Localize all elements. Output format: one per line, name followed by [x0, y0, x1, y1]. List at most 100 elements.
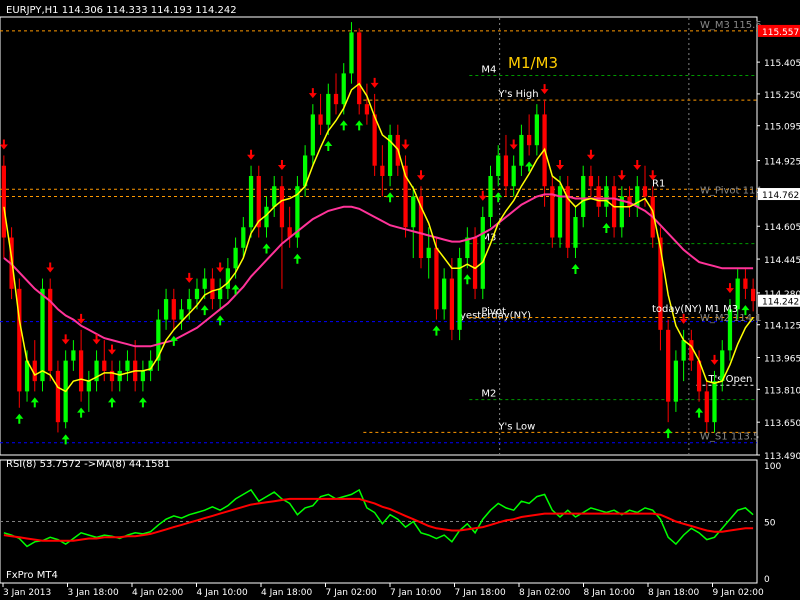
candle-body [326, 93, 331, 125]
chart-canvas: W_M3 115.5M4Y's HighR1W_Pivot 114M3yeste… [0, 0, 800, 600]
candle-body [117, 370, 122, 382]
time-tick-label: 4 Jan 02:00 [132, 588, 184, 598]
candle-body [272, 186, 277, 207]
candle-body [442, 278, 447, 310]
candle-body [333, 93, 339, 105]
candle-body [194, 288, 200, 300]
price-tick-label: 114.125 [764, 322, 800, 332]
candle-body [163, 299, 169, 320]
w-m2-label: W_M2 114.1 [700, 313, 762, 324]
candle-body [673, 360, 679, 402]
candle-body [588, 175, 594, 187]
time-tick-label: 7 Jan 18:00 [455, 588, 507, 598]
candle-body [596, 186, 601, 207]
price-tick-label: 115.095 [764, 123, 800, 133]
level-label: Y's Low [497, 421, 535, 432]
candle-body [102, 360, 107, 371]
candle-body [225, 268, 230, 289]
candle-body [666, 329, 671, 402]
candle-body [511, 165, 516, 187]
candle-body [503, 155, 509, 187]
candle-body [480, 217, 485, 289]
price-tick-label: 114.445 [764, 256, 800, 266]
time-tick-label: 3 Jan 18:00 [68, 588, 120, 598]
level-label: R1 [652, 178, 665, 189]
candle-body [681, 340, 686, 361]
candle-body [527, 134, 532, 146]
candle-body [380, 165, 385, 176]
candle-body [55, 370, 61, 423]
candle-body [310, 114, 315, 156]
price-tick-label: 115.405 [764, 59, 800, 69]
candle-body [743, 278, 748, 289]
candle-body [704, 391, 709, 423]
candle-body [187, 299, 192, 310]
candle-body [642, 186, 648, 197]
candle-body [372, 114, 377, 166]
candle-body [218, 288, 223, 300]
level-label: W_S1 113.5 [700, 432, 759, 443]
level-label: Pivot [481, 307, 506, 318]
candle-body [202, 278, 207, 289]
price-tick-label: 113.650 [764, 419, 800, 429]
level-label: M2 [481, 389, 496, 400]
price-tick-label: 114.605 [764, 223, 800, 233]
time-tick-label: 7 Jan 10:00 [390, 588, 442, 598]
price-tick-label: 113.490 [764, 452, 800, 462]
time-tick-label: 8 Jan 18:00 [648, 588, 700, 598]
candle-body [279, 186, 285, 228]
candle-body [210, 278, 215, 300]
candle-body [434, 247, 439, 310]
candle-body [179, 309, 184, 320]
candle-body [1, 165, 6, 238]
candle-body [712, 381, 717, 423]
time-tick-label: 8 Jan 10:00 [584, 588, 636, 598]
candle-body [519, 134, 524, 166]
candle-body [557, 186, 563, 238]
candle-body [364, 104, 370, 115]
level-label: W_M3 115.5 [700, 20, 762, 31]
candle-body [125, 360, 130, 371]
candle-body [86, 381, 91, 392]
candle-body [318, 114, 323, 125]
level-label: M4 [481, 64, 496, 75]
level-label: W_Pivot 114 [700, 185, 762, 196]
candle-body [534, 114, 539, 146]
candle-body [40, 288, 45, 382]
rsi-tick-label: 0 [764, 575, 770, 585]
candle-body [604, 186, 609, 207]
candle-body [171, 299, 176, 320]
indicator-title: M1/M3 [508, 54, 558, 72]
candle-body [472, 237, 478, 289]
time-tick-label: 4 Jan 10:00 [197, 588, 249, 598]
price-tick-label: 115.250 [764, 91, 800, 101]
time-tick-label: 7 Jan 02:00 [326, 588, 378, 598]
rsi-tick-label: 50 [764, 519, 776, 529]
candle-body [581, 175, 586, 218]
price-tag-label: 114.762 [762, 191, 799, 201]
rsi-tick-label: 100 [764, 462, 781, 472]
candle-body [349, 32, 354, 74]
candle-body [573, 217, 578, 248]
price-tag-label: 114.242 [762, 298, 799, 308]
price-tag-label: 115.557 [762, 28, 799, 38]
candle-body [71, 350, 76, 361]
candle-body [78, 350, 84, 392]
broker-label: FxPro MT4 [6, 570, 58, 581]
candle-body [24, 360, 30, 392]
background [0, 0, 800, 600]
candle-body [449, 278, 455, 330]
candle-body [751, 288, 756, 302]
time-tick-label: 8 Jan 02:00 [519, 588, 571, 598]
candle-body [411, 196, 416, 228]
candle-body [496, 155, 501, 176]
candle-body [426, 247, 431, 259]
rsi-title: RSI(8) 53.7572 ->MA(8) 44.1581 [6, 459, 170, 470]
symbol-info: EURJPY,H1 114.306 114.333 114.193 114.24… [6, 5, 237, 16]
candle-body [248, 175, 254, 228]
candle-body [341, 73, 346, 105]
candle-body [241, 227, 246, 248]
candle-body [233, 247, 238, 269]
price-tick-label: 113.965 [764, 355, 800, 365]
level-label: Y's High [497, 89, 538, 100]
